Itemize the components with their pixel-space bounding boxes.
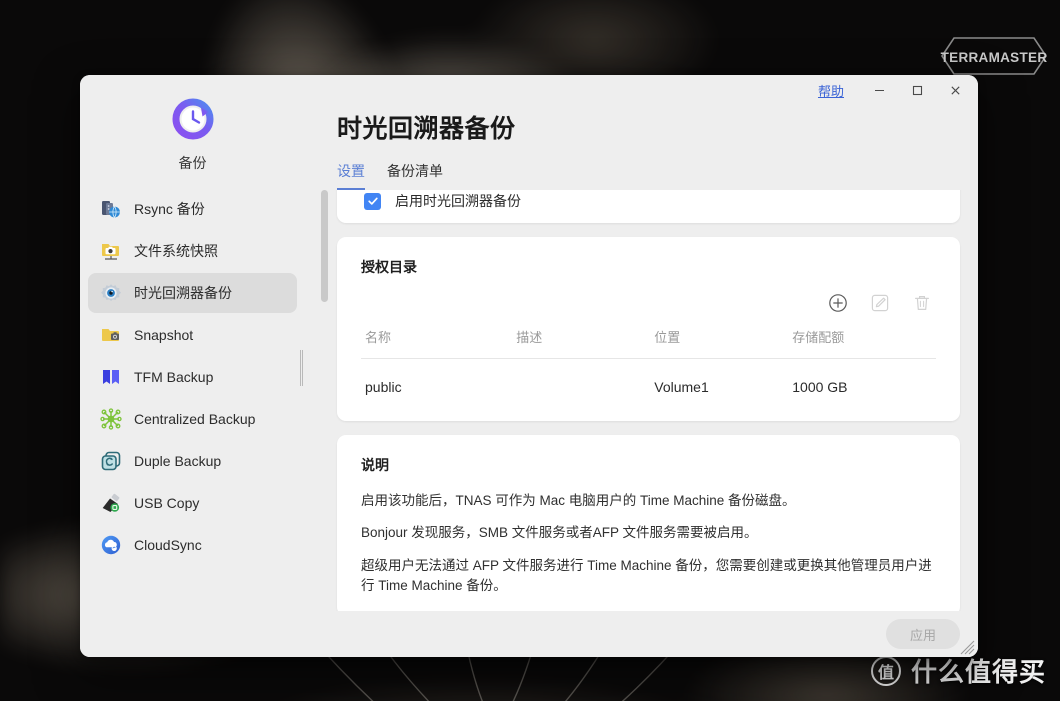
cloud-sync-icon xyxy=(101,535,121,555)
terramaster-logo-text: TERRAMASTER xyxy=(941,50,1048,65)
content-scroll-area: 启用时光回溯器备份 授权目录 名称 描述 位置 存储配额 public Volu… xyxy=(305,190,978,611)
page-header: 时光回溯器备份 设置 备份清单 xyxy=(305,105,978,190)
sidebar-item-label: USB Copy xyxy=(134,495,200,511)
sidebar-item-centralized-backup[interactable]: Centralized Backup xyxy=(88,399,297,439)
description-title: 说明 xyxy=(361,457,389,473)
authorized-directories-card: 授权目录 名称 描述 位置 存储配额 public Volume1 1000 G… xyxy=(337,237,960,421)
tab-backup-list[interactable]: 备份清单 xyxy=(387,161,443,190)
sidebar-item-label: 时光回溯器备份 xyxy=(134,285,232,301)
watermark: 值 什么值得买 xyxy=(870,652,1046,689)
description-line: 启用该功能后，TNAS 可作为 Mac 电脑用户的 Time Machine 备… xyxy=(361,493,796,508)
table-row[interactable]: public Volume1 1000 GB xyxy=(361,359,936,400)
tab-bar: 设置 备份清单 xyxy=(337,161,946,190)
folder-camera-icon xyxy=(102,244,119,260)
checkmark-icon xyxy=(367,197,378,205)
apply-button[interactable]: 应用 xyxy=(886,619,960,649)
column-header-quota: 存储配额 xyxy=(792,323,936,359)
cell-description xyxy=(516,359,654,400)
sidebar-item-cloudsync[interactable]: CloudSync xyxy=(88,525,297,565)
sidebar-item-label: Duple Backup xyxy=(134,453,222,469)
minimize-icon xyxy=(874,89,884,91)
duple-sync-icon xyxy=(101,451,121,471)
gear-eye-icon xyxy=(101,284,121,302)
table-header-row: 名称 描述 位置 存储配额 xyxy=(361,323,936,359)
time-machine-clock-icon xyxy=(172,98,213,140)
sidebar-item-filesystem-snapshot[interactable]: 文件系统快照 xyxy=(88,231,297,271)
centralized-nodes-icon xyxy=(100,408,122,430)
description-line: Bonjour 发现服务，SMB 文件服务或者AFP 文件服务需要被启用。 xyxy=(361,525,758,541)
enable-timemachine-checkbox[interactable] xyxy=(364,192,381,210)
sidebar-item-label: TFM Backup xyxy=(134,369,214,385)
cell-location: Volume1 xyxy=(654,379,709,395)
sidebar: 备份 Rsync 备份 文件系统快照 时光回溯器备份 Snapshot TFM … xyxy=(80,75,305,657)
page-title: 时光回溯器备份 xyxy=(337,115,516,143)
enable-timemachine-checkbox-row[interactable]: 启用时光回溯器备份 xyxy=(364,191,521,211)
folder-snapshot-icon xyxy=(102,329,119,341)
resize-grip-icon[interactable] xyxy=(959,639,975,655)
watermark-badge: 值 xyxy=(870,655,901,686)
sidebar-item-label: Rsync 备份 xyxy=(134,201,205,217)
application-window: 备份 Rsync 备份 文件系统快照 时光回溯器备份 Snapshot TFM … xyxy=(80,75,978,657)
content-scrollbar[interactable] xyxy=(321,190,328,302)
maximize-icon xyxy=(912,85,922,95)
tab-settings[interactable]: 设置 xyxy=(337,161,365,190)
sidebar-item-duple-backup[interactable]: Duple Backup xyxy=(88,441,297,481)
desktop-background: TERRAMASTER 值 什么值得买 备份 Rsync 备份 文件系统快照 时… xyxy=(0,0,1060,701)
description-line: 超级用户无法通过 AFP 文件服务进行 Time Machine 备份，您需要创… xyxy=(361,557,932,593)
window-titlebar: 帮助 xyxy=(305,75,978,105)
authorized-directories-table: 名称 描述 位置 存储配额 public Volume1 1000 GB xyxy=(361,323,936,399)
table-action-bar xyxy=(361,293,936,313)
main-pane: 帮助 时光回溯器备份 设置 备份清单 启用时光回溯器备份 授权目录 名称 描述 … xyxy=(305,75,978,657)
sidebar-item-label: 文件系统快照 xyxy=(134,243,218,259)
column-header-name: 名称 xyxy=(361,323,517,359)
close-button[interactable] xyxy=(938,77,972,103)
rsync-server-icon xyxy=(102,201,120,219)
sidebar-item-rsync-backup[interactable]: Rsync 备份 xyxy=(88,189,297,229)
usb-drive-icon xyxy=(102,493,120,512)
window-footer: 应用 xyxy=(305,611,978,657)
column-header-description: 描述 xyxy=(516,323,655,359)
sidebar-scrollbar[interactable] xyxy=(300,350,303,386)
sidebar-item-usb-copy[interactable]: USB Copy xyxy=(88,483,297,523)
cell-quota: 1000 GB xyxy=(792,379,848,395)
add-circle-icon[interactable] xyxy=(828,293,848,313)
maximize-button[interactable] xyxy=(900,77,934,103)
tfm-book-icon xyxy=(103,370,119,384)
help-link[interactable]: 帮助 xyxy=(818,81,844,100)
sidebar-title: 备份 xyxy=(178,155,207,171)
sidebar-item-snapshot[interactable]: Snapshot xyxy=(88,315,297,355)
column-header-location: 位置 xyxy=(654,323,793,359)
authorized-directories-title: 授权目录 xyxy=(361,259,417,275)
watermark-text: 什么值得买 xyxy=(910,657,1046,687)
terramaster-logo: TERRAMASTER xyxy=(941,37,1048,75)
edit-pencil-icon[interactable] xyxy=(870,293,890,313)
minimize-button[interactable] xyxy=(862,77,896,103)
sidebar-item-label: CloudSync xyxy=(134,537,202,553)
sidebar-app-logo xyxy=(80,97,305,141)
close-icon xyxy=(950,85,960,95)
enable-feature-card: 启用时光回溯器备份 xyxy=(337,190,960,223)
sidebar-item-label: Centralized Backup xyxy=(134,411,256,427)
enable-timemachine-label: 启用时光回溯器备份 xyxy=(395,193,521,209)
sidebar-item-tfm-backup[interactable]: TFM Backup xyxy=(88,357,297,397)
delete-trash-icon[interactable] xyxy=(912,293,932,313)
sidebar-item-time-machine-backup[interactable]: 时光回溯器备份 xyxy=(88,273,297,313)
sidebar-item-label: Snapshot xyxy=(134,327,194,343)
description-card: 说明 启用该功能后，TNAS 可作为 Mac 电脑用户的 Time Machin… xyxy=(337,435,960,611)
cell-name: public xyxy=(365,379,402,395)
